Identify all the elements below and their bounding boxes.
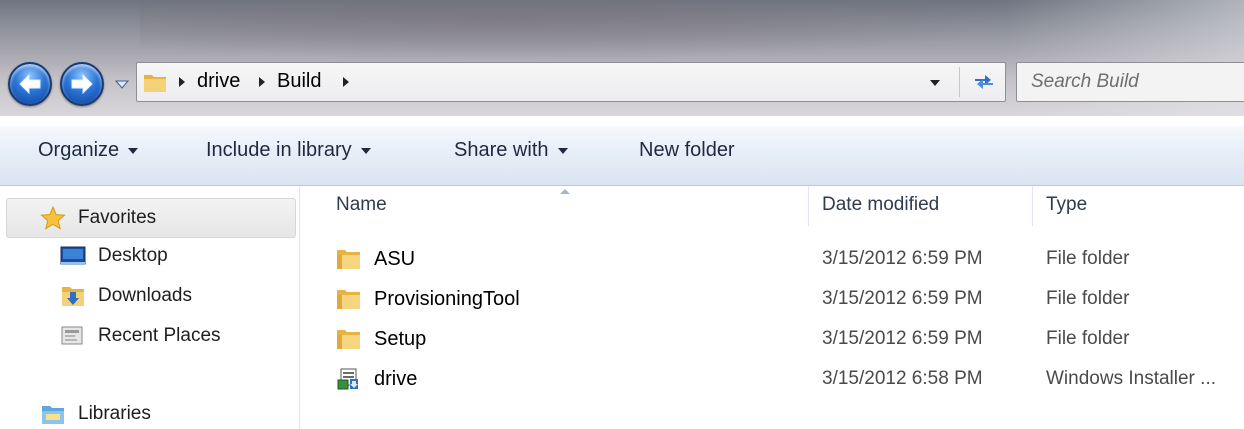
desktop-icon bbox=[60, 246, 86, 265]
new-folder-label: New folder bbox=[639, 139, 735, 161]
forward-arrow-icon bbox=[71, 73, 93, 95]
file-name: ProvisioningTool bbox=[374, 288, 520, 310]
file-type: File folder bbox=[1046, 288, 1130, 309]
file-date-modified: 3/15/2012 6:59 PM bbox=[822, 248, 983, 269]
table-row[interactable]: Setup 3/15/2012 6:59 PM File folder bbox=[300, 318, 1244, 358]
window-titlebar: drive Build Search Build bbox=[0, 0, 1244, 116]
file-name: Setup bbox=[374, 328, 427, 350]
nav-item-downloads[interactable]: Downloads bbox=[60, 284, 192, 308]
column-header-name[interactable]: Name bbox=[336, 194, 387, 216]
share-with-label: Share with bbox=[454, 139, 549, 161]
aero-glass-glow bbox=[140, 0, 1040, 60]
column-header-date-modified[interactable]: Date modified bbox=[822, 194, 939, 216]
include-in-library-button[interactable]: Include in library bbox=[206, 139, 372, 162]
breadcrumb-separator-icon[interactable] bbox=[257, 75, 267, 89]
nav-label-desktop: Desktop bbox=[98, 245, 168, 266]
file-type: Windows Installer ... bbox=[1046, 368, 1216, 389]
command-bar-background bbox=[0, 126, 1244, 186]
folder-icon bbox=[337, 330, 360, 349]
breadcrumb-separator-icon bbox=[179, 77, 185, 87]
back-arrow-icon bbox=[19, 73, 41, 95]
nav-item-recent-places[interactable]: Recent Places bbox=[60, 324, 221, 348]
nav-label-libraries: Libraries bbox=[78, 403, 151, 424]
nav-label-recent-places: Recent Places bbox=[98, 325, 221, 346]
address-bar[interactable]: drive Build bbox=[136, 62, 1006, 102]
chevron-down-icon bbox=[115, 80, 129, 89]
breadcrumb-build[interactable]: Build bbox=[277, 70, 321, 93]
nav-item-favorites[interactable]: Favorites bbox=[40, 206, 156, 230]
back-button[interactable] bbox=[8, 62, 52, 106]
address-dropdown-icon[interactable] bbox=[929, 79, 941, 87]
file-date-modified: 3/15/2012 6:59 PM bbox=[822, 288, 983, 309]
recent-places-icon bbox=[61, 326, 83, 345]
nav-label-favorites: Favorites bbox=[78, 207, 157, 228]
address-divider bbox=[959, 67, 960, 97]
folder-icon bbox=[337, 290, 360, 309]
chevron-down-icon bbox=[128, 147, 139, 154]
organize-label: Organize bbox=[38, 139, 120, 161]
star-icon bbox=[40, 206, 66, 230]
nav-label-downloads: Downloads bbox=[98, 285, 192, 306]
include-in-library-label: Include in library bbox=[206, 139, 352, 161]
downloads-icon bbox=[62, 287, 84, 306]
folder-icon bbox=[337, 250, 360, 269]
file-type: File folder bbox=[1046, 248, 1130, 269]
column-header-type[interactable]: Type bbox=[1046, 194, 1087, 216]
share-with-button[interactable]: Share with bbox=[454, 139, 569, 162]
installer-icon bbox=[337, 368, 358, 390]
nav-item-desktop[interactable]: Desktop bbox=[60, 244, 168, 268]
column-divider[interactable] bbox=[808, 186, 809, 226]
search-placeholder: Search Build bbox=[1031, 71, 1139, 92]
file-type: File folder bbox=[1046, 328, 1130, 349]
breadcrumb-drive[interactable]: drive bbox=[197, 70, 240, 93]
refresh-icon[interactable] bbox=[971, 70, 997, 94]
chevron-down-icon bbox=[557, 147, 568, 154]
breadcrumb-separator-icon[interactable] bbox=[341, 75, 351, 89]
table-row[interactable]: ASU 3/15/2012 6:59 PM File folder bbox=[300, 238, 1244, 278]
sort-ascending-icon bbox=[560, 189, 570, 194]
libraries-icon bbox=[42, 406, 64, 424]
file-date-modified: 3/15/2012 6:58 PM bbox=[822, 368, 983, 389]
file-name: ASU bbox=[374, 248, 416, 270]
nav-item-libraries[interactable]: Libraries bbox=[40, 402, 151, 426]
column-divider[interactable] bbox=[1032, 186, 1033, 226]
folder-icon bbox=[144, 75, 166, 92]
command-bar: Organize Include in library Share with N… bbox=[0, 116, 1244, 186]
new-folder-button[interactable]: New folder bbox=[639, 139, 735, 162]
search-box[interactable]: Search Build bbox=[1016, 62, 1244, 102]
navigation-pane: Favorites Desktop Downloads Recent Place… bbox=[0, 186, 300, 429]
organize-menu-button[interactable]: Organize bbox=[38, 139, 139, 162]
table-row[interactable]: ProvisioningTool 3/15/2012 6:59 PM File … bbox=[300, 278, 1244, 318]
recent-pages-button[interactable] bbox=[114, 77, 130, 91]
table-row[interactable]: drive 3/15/2012 6:58 PM Windows Installe… bbox=[300, 358, 1244, 398]
forward-button[interactable] bbox=[60, 62, 104, 106]
file-name: drive bbox=[374, 368, 418, 390]
chevron-down-icon bbox=[360, 147, 371, 154]
file-date-modified: 3/15/2012 6:59 PM bbox=[822, 328, 983, 349]
file-list: Name Date modified Type ASU 3/15/2012 6:… bbox=[300, 186, 1244, 429]
